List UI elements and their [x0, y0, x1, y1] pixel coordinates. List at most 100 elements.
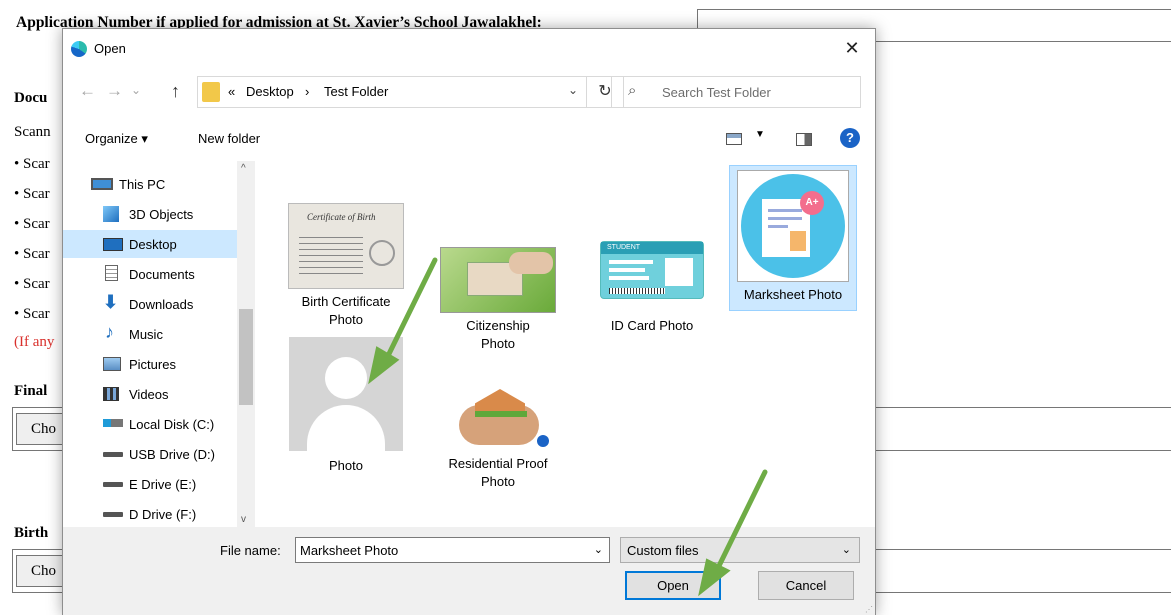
- folder-icon: [202, 82, 220, 102]
- back-arrow-icon[interactable]: ←: [79, 81, 96, 101]
- recent-locations-chevron-icon[interactable]: ⌄: [131, 83, 141, 97]
- search-icon: ⌕: [628, 82, 637, 99]
- bullet-item: • Scar: [14, 306, 50, 322]
- bullet-item: • Scar: [14, 216, 50, 232]
- search-placeholder: Search Test Folder: [662, 85, 771, 100]
- drive-icon: [103, 482, 123, 487]
- file-marksheet-photo[interactable]: A+ Marksheet Photo: [729, 165, 857, 311]
- address-bar[interactable]: « Desktop › Test Folder ⌄: [197, 76, 587, 108]
- dialog-bottom-bar: File name: Marksheet Photo ⌄ Custom file…: [63, 527, 875, 615]
- file-citizenship-photo[interactable]: Citizenship Photo: [435, 247, 561, 353]
- sidebar-scrollbar[interactable]: ^ v: [237, 161, 255, 527]
- file-name: ID Card Photo: [610, 318, 694, 333]
- download-arrow-icon: ⬇: [103, 292, 119, 312]
- dialog-titlebar: Open ✕: [63, 29, 875, 67]
- address-dropdown-chevron-icon[interactable]: ⌄: [568, 83, 578, 97]
- bullet-item: • Scar: [14, 246, 50, 262]
- sidebar-item-videos[interactable]: Videos: [63, 380, 237, 408]
- scroll-down-arrow-icon[interactable]: v: [241, 514, 246, 525]
- citizenship-thumbnail: [440, 247, 556, 313]
- id-card-header: STUDENT: [601, 242, 703, 254]
- sidebar-item-music[interactable]: ♪ Music: [63, 320, 237, 348]
- sidebar-item-label: Documents: [129, 267, 195, 282]
- preview-pane-icon[interactable]: [796, 133, 812, 146]
- sidebar-item-label: Desktop: [129, 237, 177, 252]
- sidebar-item-label: 3D Objects: [129, 207, 194, 222]
- file-name-dropdown-chevron-icon[interactable]: ⌄: [594, 543, 603, 556]
- monitor-icon: [91, 178, 113, 190]
- file-list: Certificate of Birth Birth Certificate Ph…: [259, 161, 873, 527]
- resize-grip-icon[interactable]: ⋰: [865, 605, 873, 614]
- cube-icon: [103, 206, 119, 222]
- file-name: Photo: [329, 458, 363, 473]
- bullet-item: • Scar: [14, 156, 50, 172]
- breadcrumb-desktop[interactable]: Desktop: [246, 84, 294, 99]
- new-folder-button[interactable]: New folder: [198, 131, 260, 146]
- file-type-dropdown-chevron-icon[interactable]: ⌄: [842, 543, 851, 556]
- cancel-button[interactable]: Cancel: [758, 571, 854, 600]
- organize-menu-button[interactable]: Organize ▾: [85, 131, 148, 147]
- scrollbar-thumb[interactable]: [239, 309, 253, 405]
- birth-certificate-label: Birth: [14, 525, 49, 541]
- film-icon: [103, 387, 119, 401]
- sidebar-item-label: Local Disk (C:): [129, 417, 215, 432]
- thumbnail-caption: Certificate of Birth: [307, 212, 376, 222]
- breadcrumb-test-folder[interactable]: Test Folder: [324, 84, 388, 99]
- change-view-icon[interactable]: [726, 133, 742, 145]
- sidebar-item-label: Pictures: [129, 357, 176, 372]
- id-card-thumbnail: STUDENT: [600, 241, 704, 299]
- file-name-label: File name:: [220, 543, 281, 558]
- sidebar-item-label: E Drive (E:): [129, 477, 197, 492]
- windows-drive-icon: [103, 419, 123, 427]
- final-marksheet-label: Final: [14, 383, 48, 399]
- residential-proof-thumbnail: [441, 383, 555, 451]
- file-name: Marksheet Photo: [743, 287, 843, 302]
- dialog-title: Open: [94, 41, 126, 56]
- search-input[interactable]: ⌕ Search Test Folder: [611, 76, 861, 108]
- desktop-icon: [103, 238, 123, 251]
- sidebar-item-this-pc[interactable]: This PC: [63, 170, 237, 198]
- file-birth-certificate-photo[interactable]: Certificate of Birth Birth Certificate Ph…: [283, 203, 409, 329]
- sidebar-item-local-disk-c[interactable]: Local Disk (C:): [63, 410, 237, 438]
- file-type-value: Custom files: [627, 543, 699, 558]
- open-file-dialog: Open ✕ ← → ⌄ ↑ « Desktop › Test Folder ⌄…: [62, 28, 876, 615]
- edge-browser-icon: [71, 41, 87, 57]
- navigation-bar: ← → ⌄ ↑ « Desktop › Test Folder ⌄ ↻ ⌕ Se…: [63, 73, 875, 113]
- file-name-input[interactable]: Marksheet Photo ⌄: [295, 537, 610, 563]
- a-plus-badge: A+: [800, 191, 824, 215]
- sidebar-item-label: Videos: [129, 387, 169, 402]
- view-options-chevron-icon[interactable]: ▼: [755, 129, 765, 140]
- sidebar-item-documents[interactable]: Documents: [63, 260, 237, 288]
- sidebar-item-desktop[interactable]: Desktop: [63, 230, 237, 258]
- close-button[interactable]: ✕: [829, 29, 875, 67]
- sidebar-item-e-drive[interactable]: E Drive (E:): [63, 470, 237, 498]
- sidebar-item-label: Music: [129, 327, 163, 342]
- open-button[interactable]: Open: [625, 571, 721, 600]
- file-photo[interactable]: Photo: [283, 337, 409, 475]
- navigation-pane: This PC 3D Objects Desktop Documents ⬇ D…: [63, 161, 257, 527]
- sidebar-item-3d-objects[interactable]: 3D Objects: [63, 200, 237, 228]
- note-text: (If any: [14, 334, 55, 350]
- photo-placeholder-thumbnail: [289, 337, 403, 451]
- file-name: Residential Proof Photo: [448, 456, 548, 489]
- file-id-card-photo[interactable]: STUDENT ID Card Photo: [589, 241, 715, 335]
- sidebar-item-d-drive[interactable]: D Drive (F:): [63, 500, 237, 528]
- sidebar-item-label: D Drive (F:): [129, 507, 197, 522]
- sidebar-item-pictures[interactable]: Pictures: [63, 350, 237, 378]
- file-type-select[interactable]: Custom files ⌄: [620, 537, 860, 563]
- breadcrumb-overflow[interactable]: «: [228, 84, 235, 99]
- drive-icon: [103, 452, 123, 457]
- file-residential-proof-photo[interactable]: Residential Proof Photo: [435, 383, 561, 491]
- help-icon[interactable]: ?: [840, 128, 860, 148]
- dialog-toolbar: Organize ▾ New folder ▼ ?: [63, 125, 875, 155]
- document-icon: [105, 265, 118, 281]
- sidebar-item-label: This PC: [119, 177, 166, 192]
- sidebar-item-usb-drive-d[interactable]: USB Drive (D:): [63, 440, 237, 468]
- sidebar-item-downloads[interactable]: ⬇ Downloads: [63, 290, 237, 318]
- forward-arrow-icon[interactable]: →: [106, 81, 123, 101]
- drive-icon: [103, 512, 123, 517]
- up-arrow-icon[interactable]: ↑: [171, 81, 180, 102]
- music-note-icon: ♪: [105, 322, 114, 342]
- sidebar-item-label: USB Drive (D:): [129, 447, 215, 462]
- scroll-up-arrow-icon[interactable]: ^: [241, 163, 246, 174]
